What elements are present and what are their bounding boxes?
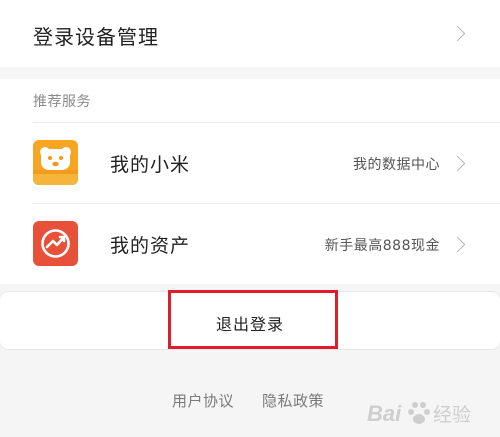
logout-button[interactable]: 退出登录 — [0, 292, 500, 349]
service-row-my-assets[interactable]: 我的资产 新手最高888现金 — [0, 204, 500, 284]
service-detail: 我的数据中心 — [353, 157, 440, 173]
logout-label: 退出登录 — [215, 315, 284, 334]
service-row-my-xiaomi[interactable]: 我的小米 我的数据中心 — [0, 123, 500, 203]
logout-card: 退出登录 — [0, 292, 500, 349]
baidu-jingyan-watermark: Bai 经验 — [367, 393, 492, 433]
svg-text:经验: 经验 — [433, 404, 471, 426]
recommended-services-card: 推荐服务 我的小米 我的数据中心 我的资产 新手最高888现金 — [0, 79, 500, 284]
section-title: 推荐服务 — [33, 94, 91, 110]
chevron-right-icon — [449, 25, 466, 42]
service-label: 我的小米 — [110, 154, 191, 176]
chevron-right-icon — [449, 155, 466, 172]
device-management-row[interactable]: 登录设备管理 — [0, 0, 500, 67]
chevron-right-icon — [449, 236, 466, 253]
service-label: 我的资产 — [110, 235, 191, 257]
service-detail: 新手最高888现金 — [324, 238, 440, 254]
xiaomi-bear-icon — [33, 140, 78, 185]
device-management-card: 登录设备管理 — [0, 0, 500, 67]
privacy-policy-link[interactable]: 隐私政策 — [262, 390, 324, 411]
user-agreement-link[interactable]: 用户协议 — [172, 390, 234, 411]
svg-text:Bai: Bai — [367, 401, 402, 426]
assets-chart-icon — [33, 221, 78, 266]
device-management-title: 登录设备管理 — [33, 25, 159, 49]
